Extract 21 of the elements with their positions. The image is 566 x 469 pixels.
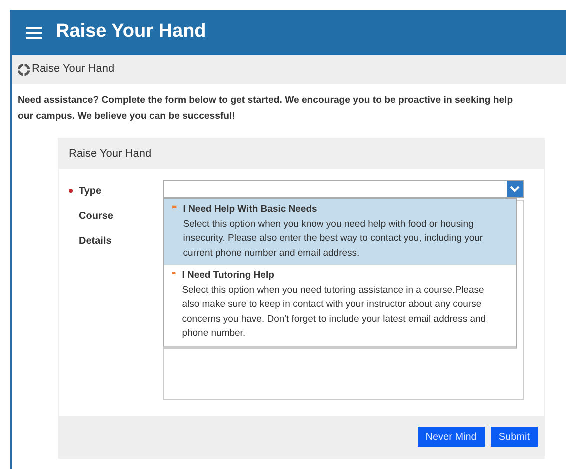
field-label: Course	[79, 210, 114, 224]
dropdown-option[interactable]	[164, 199, 516, 265]
app-title: Raise Your Hand	[56, 20, 206, 44]
lifebuoy-icon	[18, 64, 30, 76]
type-select[interactable]	[163, 180, 524, 198]
intro-text: Need assistance? Complete the form below to get started. We encourage you to be proactive in seeking help	[18, 94, 514, 108]
option-description: Select this option when you know you need help with food or housing insecurity. Please also enter the best way to contact you, including your current phone number and email address.	[183, 218, 484, 260]
form-title: Raise Your Hand	[59, 139, 544, 169]
flag-icon	[172, 203, 178, 212]
form-button[interactable]: Submit	[490, 427, 538, 447]
field-label: Details	[79, 234, 112, 248]
intro-text: our campus. We believe you can be successful!	[18, 110, 236, 124]
form-button[interactable]: Never Mind	[418, 427, 485, 447]
option-title: I Need Tutoring Help	[182, 269, 276, 283]
menu-icon[interactable]	[26, 26, 42, 38]
option-description: Select this option when you need tutoring assistance in a course.Please also make sure to keep in contact with your instructor about any course concerns you have. Don't forget to include your latest email address and phone number.	[182, 284, 488, 341]
option-title: I Need Help With Basic Needs	[183, 203, 318, 217]
breadcrumb-label: Raise Your Hand	[32, 62, 115, 78]
chevron-down-icon[interactable]	[510, 186, 520, 192]
field-label: Type	[79, 184, 102, 198]
required-dot	[69, 189, 73, 193]
